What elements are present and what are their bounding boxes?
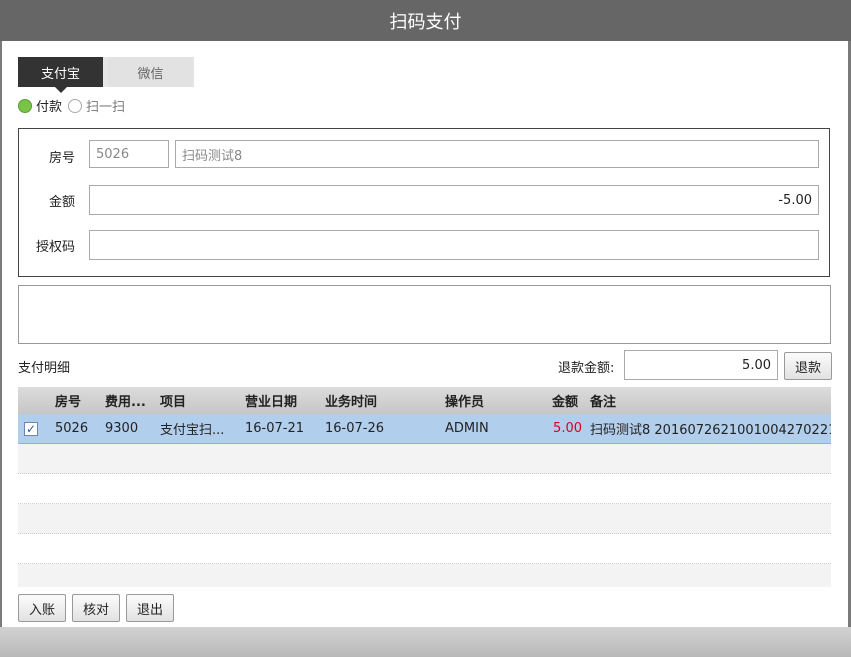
cell-fee-code: 9300 bbox=[105, 421, 139, 436]
exit-button[interactable]: 退出 bbox=[126, 594, 174, 622]
room-number-field[interactable]: 5026 bbox=[89, 140, 169, 168]
amount-field[interactable]: -5.00 bbox=[89, 185, 819, 215]
payment-detail-table: 房号 费用... 项目 营业日期 业务时间 操作员 金额 备注 ✓ 5026 9… bbox=[18, 387, 831, 587]
room-label: 房号 bbox=[48, 151, 75, 166]
window-border-left bbox=[0, 41, 2, 627]
radio-pay-label: 付款 bbox=[36, 100, 63, 115]
refund-amount-field[interactable]: 5.00 bbox=[624, 350, 778, 380]
empty-row bbox=[18, 534, 831, 564]
refund-button[interactable]: 退款 bbox=[784, 352, 832, 380]
empty-row bbox=[18, 474, 831, 504]
mode-radio-group: 付款 扫一扫 bbox=[18, 96, 125, 115]
amount-label: 金额 bbox=[48, 195, 75, 210]
payment-detail-title: 支付明细 bbox=[18, 361, 71, 376]
cell-operator: ADMIN bbox=[445, 421, 489, 436]
window-title: 扫码支付 bbox=[0, 0, 851, 41]
room-name-field[interactable]: 扫码测试8 bbox=[175, 140, 819, 168]
cell-business-date: 16-07-21 bbox=[245, 421, 305, 436]
payment-tabs: 支付宝 微信 bbox=[18, 57, 194, 93]
payment-form: 房号 5026 扫码测试8 金额 -5.00 授权码 bbox=[18, 128, 830, 277]
verify-button[interactable]: 核对 bbox=[72, 594, 120, 622]
column-header[interactable]: 项目 bbox=[160, 387, 186, 414]
cell-business-time: 16-07-26 bbox=[325, 421, 385, 436]
column-header[interactable]: 操作员 bbox=[445, 387, 484, 414]
cell-item: 支付宝扫... bbox=[160, 423, 225, 438]
empty-row bbox=[18, 444, 831, 474]
radio-pay[interactable]: 付款 bbox=[18, 96, 62, 115]
tab-wechat[interactable]: 微信 bbox=[108, 57, 193, 87]
cell-amount: 5.00 bbox=[553, 421, 582, 436]
column-header[interactable]: 房号 bbox=[55, 387, 81, 414]
empty-row bbox=[18, 564, 831, 587]
column-header[interactable]: 业务时间 bbox=[325, 387, 377, 414]
message-area[interactable] bbox=[18, 285, 831, 344]
empty-row bbox=[18, 504, 831, 534]
table-header: 房号 费用... 项目 营业日期 业务时间 操作员 金额 备注 bbox=[18, 387, 831, 414]
radio-unselected-icon bbox=[68, 98, 83, 113]
radio-scan[interactable]: 扫一扫 bbox=[68, 96, 125, 115]
column-header[interactable]: 营业日期 bbox=[245, 387, 297, 414]
column-header[interactable]: 金额 bbox=[502, 387, 578, 414]
column-header[interactable]: 备注 bbox=[590, 387, 616, 414]
window-footer bbox=[0, 627, 851, 657]
cell-room: 5026 bbox=[55, 421, 89, 436]
table-row[interactable]: ✓ 5026 9300 支付宝扫... 16-07-21 16-07-26 AD… bbox=[18, 414, 831, 444]
post-button[interactable]: 入账 bbox=[18, 594, 66, 622]
row-checkbox[interactable]: ✓ bbox=[24, 421, 38, 436]
radio-scan-label: 扫一扫 bbox=[86, 100, 126, 115]
refund-amount-label: 退款金额: bbox=[558, 361, 615, 376]
radio-selected-icon bbox=[18, 98, 32, 113]
column-header[interactable]: 费用... bbox=[105, 387, 157, 414]
tab-alipay[interactable]: 支付宝 bbox=[18, 57, 103, 93]
auth-code-label: 授权码 bbox=[35, 240, 75, 255]
cell-remark: 扫码测试8 20160726210010042702211 bbox=[590, 423, 831, 438]
auth-code-field[interactable] bbox=[89, 230, 819, 260]
